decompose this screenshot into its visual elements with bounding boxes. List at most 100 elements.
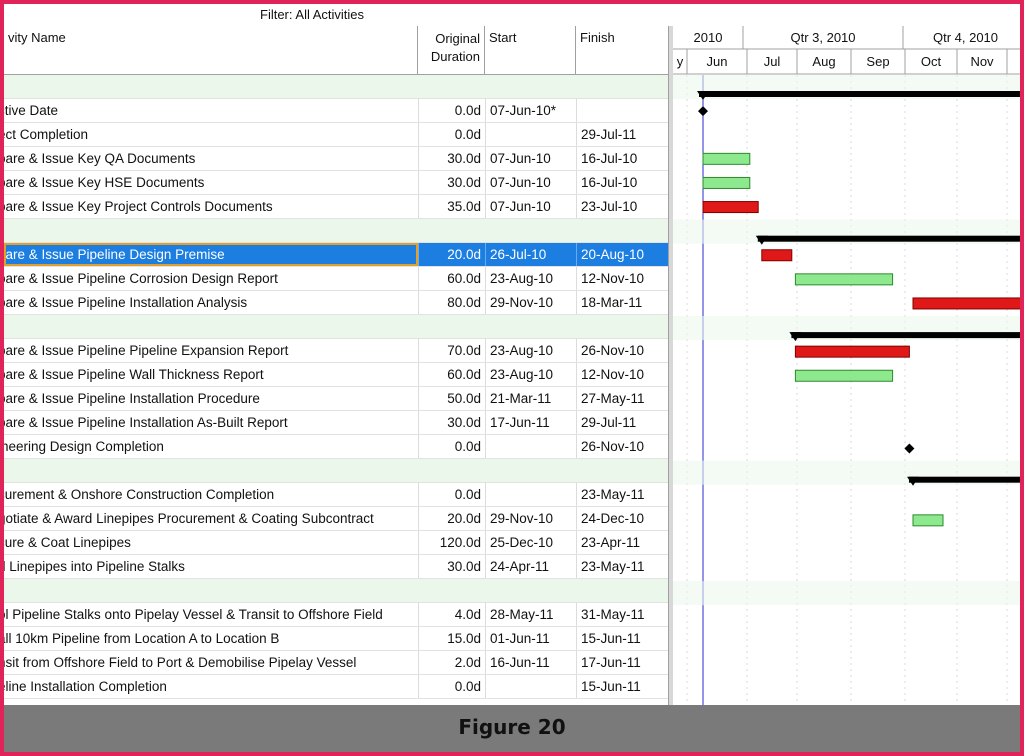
activity-bar-red	[912, 297, 1020, 310]
finish-cell-text: 26-Nov-10	[581, 343, 645, 358]
start-cell: 17-Jun-11	[485, 411, 576, 434]
activity-name-cell-text: pare & Issue Pipeline Installation As-Bu…	[4, 415, 288, 430]
timescale-quarter-label: 2010	[694, 30, 723, 45]
column-header-original-duration[interactable]: Original Duration	[418, 26, 485, 74]
finish-cell-text: 23-May-11	[581, 487, 645, 502]
activity-row[interactable]: pare & Issue Pipeline Installation Analy…	[4, 291, 668, 315]
duration-cell-text: 2.0d	[454, 655, 481, 670]
filter-label: Filter: All Activities	[260, 7, 365, 22]
start-cell: 24-Apr-11	[485, 555, 576, 578]
activity-table: Filter: All Activities vity Name Origina…	[4, 4, 668, 709]
finish-cell: 18-Mar-11	[576, 291, 668, 314]
activity-name-cell: ineering Design Completion	[4, 435, 418, 458]
finish-cell-text: 27-May-11	[581, 391, 645, 406]
activity-row[interactable]: pare & Issue Pipeline Corrosion Design R…	[4, 267, 668, 291]
duration-cell: 120.0d	[418, 531, 485, 554]
activity-row[interactable]: curement & Onshore Construction Completi…	[4, 483, 668, 507]
duration-cell: 0.0d	[418, 123, 485, 146]
finish-cell-text: 17-Jun-11	[581, 655, 641, 670]
duration-cell-text: 30.0d	[447, 151, 481, 166]
finish-cell-text: 18-Mar-11	[581, 295, 643, 310]
activity-row[interactable]: ineering Design Completion 0.0d 26-Nov-10	[4, 435, 668, 459]
activity-name-cell-text: pare & Issue Pipeline Corrosion Design R…	[4, 271, 278, 286]
duration-cell-text: 20.0d	[447, 247, 481, 262]
filter-bar: Filter: All Activities	[4, 4, 668, 27]
start-cell: 01-Jun-11	[485, 627, 576, 650]
activity-name-cell: nsit from Offshore Field to Port & Demob…	[4, 651, 418, 674]
start-cell-text: 07-Jun-10	[490, 199, 551, 214]
column-headers: vity Name Original Duration Start Finish	[4, 26, 668, 75]
activity-row[interactable]: pare & Issue Pipeline Pipeline Expansion…	[4, 339, 668, 363]
timescale-month-label: Nov	[970, 54, 994, 69]
finish-cell: 15-Jun-11	[576, 675, 668, 698]
activity-row[interactable]: pare & Issue Key Project Controls Docume…	[4, 195, 668, 219]
finish-cell: 16-Jul-10	[576, 147, 668, 170]
activity-row[interactable]: nsit from Offshore Field to Port & Demob…	[4, 651, 668, 675]
activity-row[interactable]: ect Completion 0.0d 29-Jul-11	[4, 123, 668, 147]
column-header-finish[interactable]: Finish	[576, 26, 668, 74]
start-cell-text: 07-Jun-10*	[490, 103, 557, 118]
finish-cell: 20-Aug-10	[576, 243, 668, 266]
duration-cell: 70.0d	[418, 339, 485, 362]
timescale-quarter-label: Qtr 3, 2010	[790, 30, 855, 45]
duration-cell-text: 0.0d	[454, 487, 481, 502]
activity-row[interactable]: eline Installation Completion 0.0d 15-Jun-…	[4, 675, 668, 699]
activity-name-cell-text: gotiate & Award Linepipes Procurement & …	[4, 511, 374, 526]
summary-bar	[791, 332, 1020, 339]
activity-row[interactable]: cure & Coat Linepipes 120.0d 25-Dec-10 23-A…	[4, 531, 668, 555]
finish-cell-text: 12-Nov-10	[581, 367, 645, 382]
activity-name-cell: ect Completion	[4, 123, 418, 146]
start-cell-text: 07-Jun-10	[490, 151, 551, 166]
activity-name-cell-text: d Linepipes into Pipeline Stalks	[4, 559, 185, 574]
finish-cell: 29-Jul-11	[576, 411, 668, 434]
summary-bar	[909, 476, 1020, 483]
activity-name-cell: pare & Issue Pipeline Pipeline Expansion…	[4, 339, 418, 362]
duration-cell-text: 4.0d	[454, 607, 481, 622]
duration-cell-text: 15.0d	[447, 631, 481, 646]
finish-cell: 31-May-11	[576, 603, 668, 626]
duration-cell-text: 30.0d	[447, 559, 481, 574]
duration-cell: 35.0d	[418, 195, 485, 218]
activity-row[interactable]: pare & Issue Pipeline Installation Proce…	[4, 387, 668, 411]
wbs-group-row[interactable]	[4, 219, 668, 243]
activity-name-cell: ctive Date	[4, 99, 418, 122]
timescale-month-label: y	[677, 54, 684, 69]
activity-bar-red	[761, 249, 793, 262]
activity-row[interactable]: d Linepipes into Pipeline Stalks 30.0d 24-…	[4, 555, 668, 579]
activity-row[interactable]: pare & Issue Pipeline Installation As-Bu…	[4, 411, 668, 435]
wbs-group-row[interactable]	[4, 315, 668, 339]
wbs-group-row[interactable]	[4, 579, 668, 603]
start-cell: 26-Jul-10	[485, 243, 576, 266]
wbs-group-row[interactable]	[4, 75, 668, 99]
activity-name-cell-text: pare & Issue Pipeline Design Premise	[4, 247, 225, 262]
activity-row[interactable]: pare & Issue Key HSE Documents 30.0d 07-Ju…	[4, 171, 668, 195]
duration-cell: 60.0d	[418, 267, 485, 290]
finish-cell-text: 23-Apr-11	[581, 535, 641, 550]
start-cell: 07-Jun-10	[485, 171, 576, 194]
activity-name-cell-text: pare & Issue Pipeline Wall Thickness Rep…	[4, 367, 264, 382]
column-header-start[interactable]: Start	[485, 26, 576, 74]
duration-cell: 2.0d	[418, 651, 485, 674]
finish-cell-text: 29-Jul-11	[581, 415, 637, 430]
start-cell-text: 23-Aug-10	[490, 367, 554, 382]
activity-row[interactable]: all 10km Pipeline from Location A to Loc…	[4, 627, 668, 651]
activity-name-cell-text: pare & Issue Key Project Controls Docume…	[4, 199, 273, 214]
activity-row[interactable]: pare & Issue Key QA Documents 30.0d 07-Jun…	[4, 147, 668, 171]
activity-name-cell-text: all 10km Pipeline from Location A to Loc…	[4, 631, 280, 646]
activity-row[interactable]: pare & Issue Pipeline Wall Thickness Rep…	[4, 363, 668, 387]
wbs-group-row[interactable]	[4, 459, 668, 483]
duration-cell-text: 30.0d	[447, 175, 481, 190]
column-header-activity-name[interactable]: vity Name	[4, 26, 418, 74]
activity-row[interactable]: ctive Date 0.0d 07-Jun-10*	[4, 99, 668, 123]
finish-cell: 24-Dec-10	[576, 507, 668, 530]
start-cell-text: 28-May-11	[490, 607, 554, 622]
finish-cell-text: 16-Jul-10	[581, 175, 638, 190]
finish-cell: 12-Nov-10	[576, 363, 668, 386]
start-cell: 07-Jun-10	[485, 147, 576, 170]
activity-row[interactable]: pare & Issue Pipeline Design Premise 20.0…	[4, 243, 668, 267]
activity-row[interactable]: gotiate & Award Linepipes Procurement & …	[4, 507, 668, 531]
activity-name-cell-text: ol Pipeline Stalks onto Pipelay Vessel &…	[4, 607, 383, 622]
duration-cell: 50.0d	[418, 387, 485, 410]
activity-row[interactable]: ol Pipeline Stalks onto Pipelay Vessel &…	[4, 603, 668, 627]
application-window: Filter: All Activities vity Name Origina…	[0, 0, 1024, 756]
